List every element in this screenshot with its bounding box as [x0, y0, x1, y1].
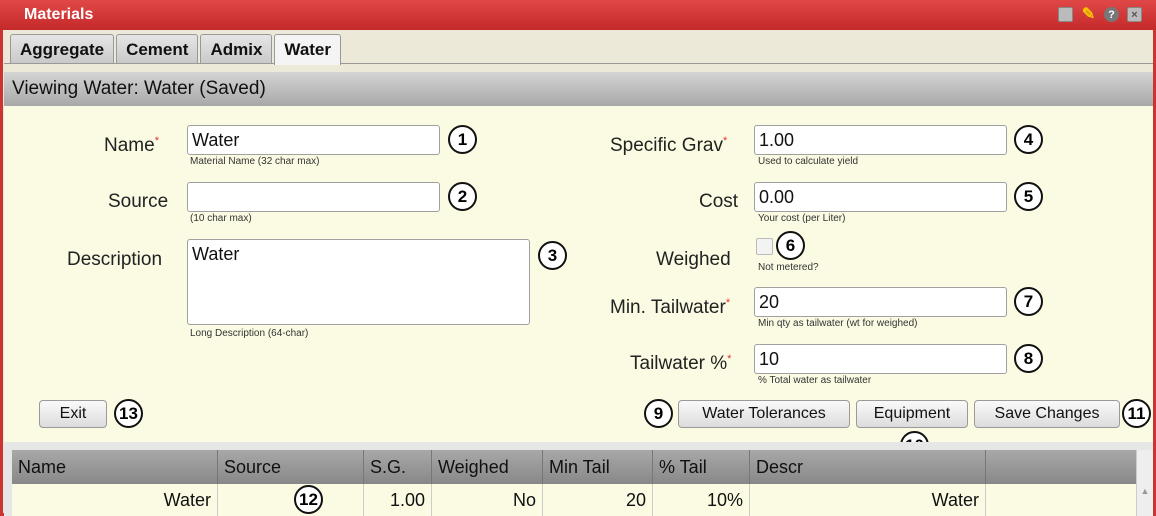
close-icon[interactable]: × [1127, 7, 1142, 22]
specific-grav-label-text: Specific Grav [610, 135, 723, 156]
window-title: Materials [24, 6, 94, 23]
scroll-up-icon[interactable]: ▲ [1137, 486, 1153, 496]
table-row[interactable]: Water 1.00 No 20 10% Water [12, 484, 1136, 516]
source-label: Source [108, 191, 169, 212]
marker-3: 3 [538, 241, 567, 270]
marker-9: 9 [644, 399, 673, 428]
marker-13: 13 [114, 399, 143, 428]
view-heading: Viewing Water: Water (Saved) [4, 72, 1153, 106]
weighed-checkbox[interactable] [756, 238, 773, 255]
specific-grav-label: Specific Grav* [610, 135, 727, 157]
column-header-extra [986, 450, 1136, 484]
min-tailwater-input[interactable] [754, 287, 1007, 317]
tab-water[interactable]: Water [274, 34, 342, 65]
save-changes-button[interactable]: Save Changes [974, 400, 1120, 428]
tailwater-pct-input[interactable] [754, 344, 1007, 374]
window-controls: ✎ ? × [1058, 6, 1142, 23]
material-form: Name* Material Name (32 char max) 1 Sour… [4, 106, 1153, 460]
required-marker: * [154, 135, 159, 147]
cell-pct-tail: 10% [653, 484, 750, 516]
marker-2: 2 [448, 182, 477, 211]
description-label: Description [67, 249, 163, 270]
column-header-weighed[interactable]: Weighed [432, 450, 543, 484]
cost-label: Cost [699, 191, 739, 212]
cost-hint: Your cost (per Liter) [758, 213, 846, 224]
materials-table: Name Source S.G. Weighed Min Tail % Tail… [4, 442, 1153, 516]
cell-sg: 1.00 [364, 484, 432, 516]
marker-11: 11 [1122, 399, 1151, 428]
tailwater-pct-hint: % Total water as tailwater [758, 375, 872, 386]
specific-grav-hint: Used to calculate yield [758, 156, 859, 167]
cell-min-tail: 20 [543, 484, 653, 516]
weighed-label: Weighed [656, 249, 731, 270]
help-icon[interactable]: ? [1104, 7, 1119, 22]
name-input[interactable] [187, 125, 440, 155]
marker-4: 4 [1014, 125, 1043, 154]
tab-aggregate[interactable]: Aggregate [10, 34, 115, 64]
marker-6: 6 [776, 231, 805, 260]
exit-button[interactable]: Exit [39, 400, 107, 428]
window-titlebar: Materials ✎ ? × [0, 0, 1156, 30]
source-hint: (10 char max) [190, 213, 252, 224]
column-header-min-tail[interactable]: Min Tail [543, 450, 653, 484]
material-tabs: Aggregate Cement Admix Water [10, 34, 343, 65]
cost-input[interactable] [754, 182, 1007, 212]
source-input[interactable] [187, 182, 440, 212]
cell-weighed: No [432, 484, 543, 516]
name-label: Name* [104, 135, 159, 157]
weighed-hint: Not metered? [758, 262, 819, 273]
pin-icon[interactable]: ✎ [1081, 6, 1096, 23]
marker-12: 12 [294, 485, 323, 514]
required-marker: * [722, 135, 728, 147]
tab-admix[interactable]: Admix [200, 34, 273, 64]
column-header-sg[interactable]: S.G. [364, 450, 432, 484]
tab-cement[interactable]: Cement [116, 34, 199, 64]
column-header-pct-tail[interactable]: % Tail [653, 450, 750, 484]
cell-source [218, 484, 364, 516]
marker-7: 7 [1014, 287, 1043, 316]
equipment-button[interactable]: Equipment [856, 400, 968, 428]
table-scrollbar[interactable]: ▲ [1136, 450, 1153, 516]
column-header-descr[interactable]: Descr [750, 450, 986, 484]
required-marker: * [727, 353, 732, 365]
tailwater-pct-label: Tailwater %* [630, 353, 731, 375]
name-label-text: Name [104, 135, 155, 156]
min-tailwater-hint: Min qty as tailwater (wt for weighed) [758, 318, 918, 329]
tailwater-pct-label-text: Tailwater % [630, 353, 728, 374]
name-hint: Material Name (32 char max) [190, 156, 320, 167]
cell-descr: Water [750, 484, 986, 516]
cell-extra [986, 484, 1136, 516]
cell-name: Water [12, 484, 218, 516]
marker-8: 8 [1014, 344, 1043, 373]
marker-5: 5 [1014, 182, 1043, 211]
table-header: Name Source S.G. Weighed Min Tail % Tail… [12, 450, 1136, 484]
marker-1: 1 [448, 125, 477, 154]
minimize-icon[interactable] [1058, 7, 1073, 22]
tab-divider [4, 63, 1153, 64]
min-tailwater-label: Min. Tailwater* [610, 297, 730, 319]
description-textarea[interactable]: Water [187, 239, 530, 325]
description-hint: Long Description (64-char) [190, 328, 309, 339]
min-tailwater-label-text: Min. Tailwater [610, 297, 726, 318]
water-tolerances-button[interactable]: Water Tolerances [678, 400, 850, 428]
column-header-source[interactable]: Source [218, 450, 364, 484]
specific-grav-input[interactable] [754, 125, 1007, 155]
required-marker: * [725, 297, 731, 309]
column-header-name[interactable]: Name [12, 450, 218, 484]
